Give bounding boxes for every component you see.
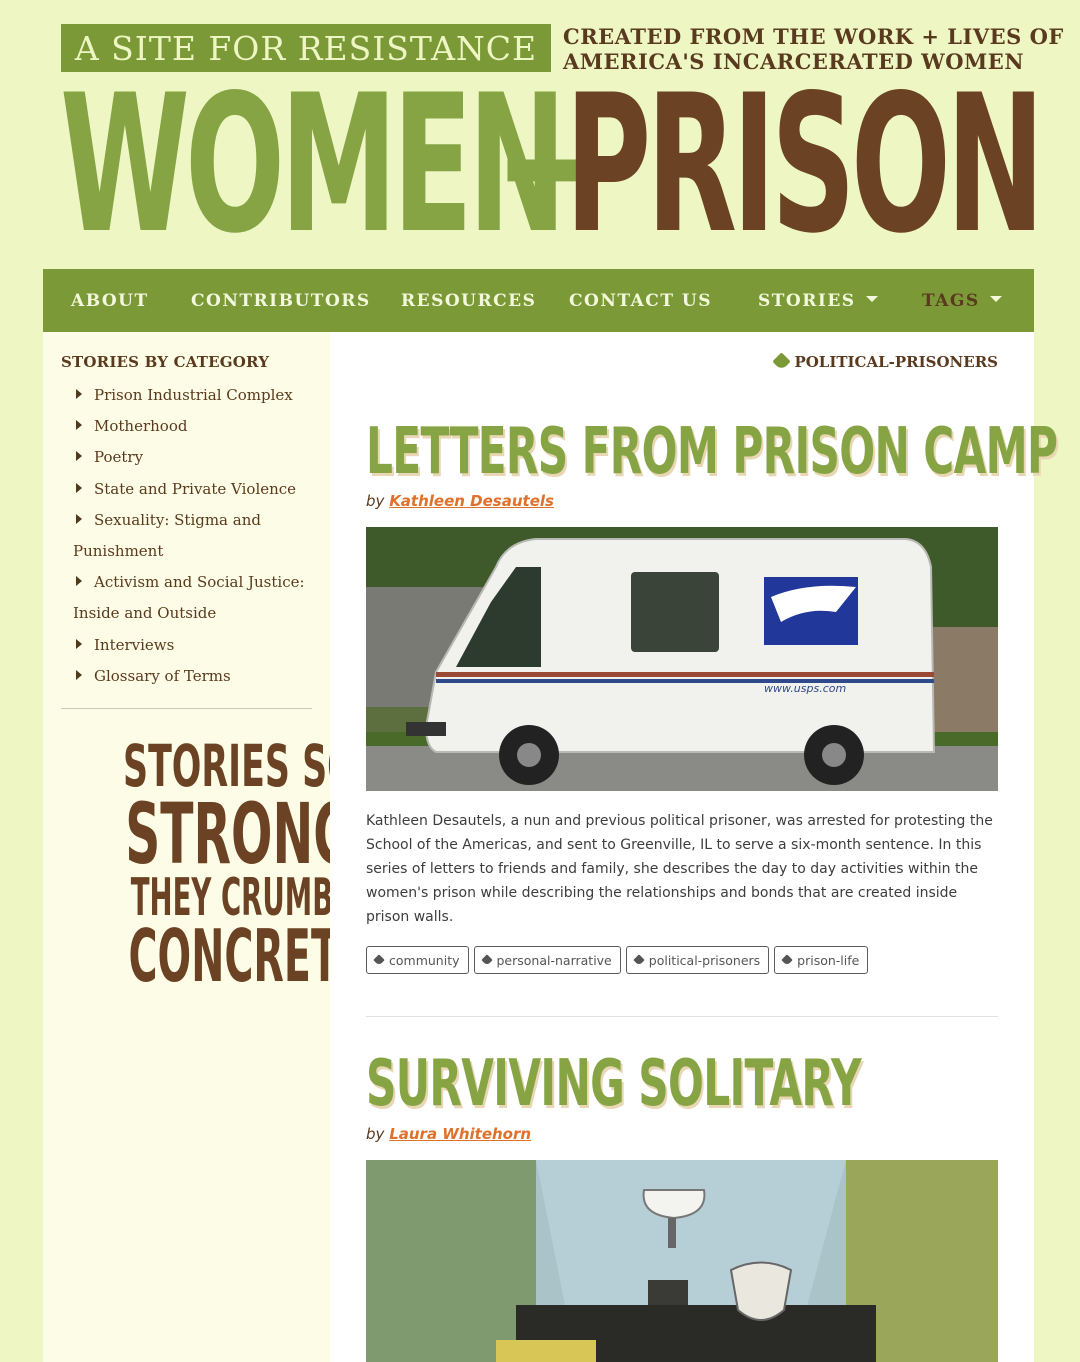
tag-label: political-prisoners — [648, 952, 761, 968]
author-link[interactable]: Kathleen Desautels — [389, 492, 554, 510]
caret-right-icon — [76, 420, 82, 431]
caret-right-icon — [76, 482, 82, 493]
post-title[interactable]: SURVIVING SOLITARY — [366, 1052, 862, 1116]
tag-icon — [480, 954, 493, 966]
tag-pill[interactable]: community — [366, 946, 469, 974]
nav-tags[interactable]: TAGS — [922, 291, 1002, 311]
slogan-graphic: STORIES SO STRONG THEY CRUMBLE CONCRETE — [79, 737, 370, 992]
post-image-solitary-cell[interactable] — [366, 1160, 998, 1362]
category-label: Glossary of Terms — [94, 666, 231, 685]
category-label: State and Private Violence — [94, 479, 297, 498]
category-heading: POLITICAL-PRISONERS — [772, 352, 998, 371]
post-byline: by Kathleen Desautels — [366, 492, 554, 510]
sidebar: STORIES BY CATEGORY Prison Industrial Co… — [43, 332, 370, 1362]
truck-url-text: www.usps.com — [764, 682, 846, 695]
tag-label: personal-narrative — [496, 952, 612, 968]
site-logo[interactable]: WOMEN + PRISON — [60, 54, 1045, 275]
tag-label: community — [389, 952, 460, 968]
main-content: POLITICAL-PRISONERS LETTERS FROM PRISON … — [330, 332, 1058, 1362]
category-item[interactable]: Activism and Social Justice: Inside and … — [73, 567, 308, 629]
category-label: Prison Industrial Complex — [94, 386, 293, 404]
nav-stories[interactable]: STORIES — [758, 291, 878, 311]
caret-right-icon — [76, 638, 82, 649]
caret-right-icon — [76, 513, 82, 524]
logo-prison: PRISON — [565, 54, 1045, 275]
post-tags: community personal-narrative political-p… — [366, 946, 869, 974]
post-byline: by Laura Whitehorn — [366, 1125, 531, 1143]
caret-right-icon — [76, 451, 82, 462]
logo-women: WOMEN — [60, 54, 567, 275]
category-item[interactable]: Poetry — [73, 442, 323, 473]
tag-pill[interactable]: political-prisoners — [625, 946, 770, 974]
slogan-line: STRONG — [125, 785, 354, 883]
nav-contributors[interactable]: CONTRIBUTORS — [191, 291, 371, 311]
chevron-down-icon — [989, 295, 1002, 302]
caret-right-icon — [76, 669, 82, 680]
category-label: Interviews — [94, 635, 175, 654]
category-label: Activism and Social Justice: Inside and … — [73, 573, 305, 623]
tag-icon — [633, 954, 645, 966]
nav-resources[interactable]: RESOURCES — [401, 291, 536, 311]
byline-prefix: by — [366, 492, 385, 510]
tag-icon — [781, 954, 793, 966]
post-excerpt: Kathleen Desautels, a nun and previous p… — [366, 813, 993, 925]
nav-contact[interactable]: CONTACT US — [569, 291, 712, 311]
slogan-line: CONCRETE — [128, 914, 366, 998]
main-nav: ABOUT CONTRIBUTORS RESOURCES CONTACT US … — [43, 269, 1034, 332]
post-image-mail-truck[interactable]: www.usps.com — [366, 527, 998, 791]
site-subtitle-line1: CREATED FROM THE WORK + LIVES OF — [563, 24, 1064, 49]
category-item[interactable]: Glossary of Terms — [73, 661, 323, 692]
tag-pill[interactable]: personal-narrative — [473, 946, 621, 974]
byline-prefix: by — [366, 1125, 385, 1143]
tag-pill[interactable]: prison-life — [774, 946, 869, 974]
category-label: Poetry — [94, 448, 144, 467]
category-item[interactable]: Sexuality: Stigma and Punishment — [73, 505, 308, 567]
sidebar-divider — [61, 708, 312, 709]
category-item[interactable]: Prison Industrial Complex — [73, 380, 323, 411]
post-title[interactable]: LETTERS FROM PRISON CAMP — [366, 420, 1058, 484]
logo-plus: + — [495, 54, 594, 275]
author-link[interactable]: Laura Whitehorn — [389, 1125, 531, 1143]
category-label: Motherhood — [94, 417, 188, 436]
chevron-down-icon — [865, 295, 878, 302]
site-header: A SITE FOR RESISTANCE CREATED FROM THE W… — [0, 0, 1080, 270]
post-divider — [366, 1016, 998, 1017]
category-label: Sexuality: Stigma and Punishment — [73, 510, 261, 561]
tag-icon — [373, 954, 385, 966]
nav-tags-label: TAGS — [922, 291, 980, 311]
caret-right-icon — [76, 389, 82, 399]
category-item[interactable]: Interviews — [73, 630, 323, 661]
nav-about[interactable]: ABOUT — [71, 291, 149, 311]
tag-icon — [772, 352, 792, 371]
category-heading-label: POLITICAL-PRISONERS — [794, 353, 998, 371]
tag-label: prison-life — [797, 952, 860, 968]
caret-right-icon — [76, 576, 82, 587]
nav-stories-label: STORIES — [758, 291, 856, 311]
category-item[interactable]: State and Private Violence — [73, 474, 323, 505]
category-item[interactable]: Motherhood — [73, 411, 323, 442]
category-list: Prison Industrial Complex Motherhood Poe… — [73, 380, 323, 692]
sidebar-title: STORIES BY CATEGORY — [61, 353, 270, 371]
